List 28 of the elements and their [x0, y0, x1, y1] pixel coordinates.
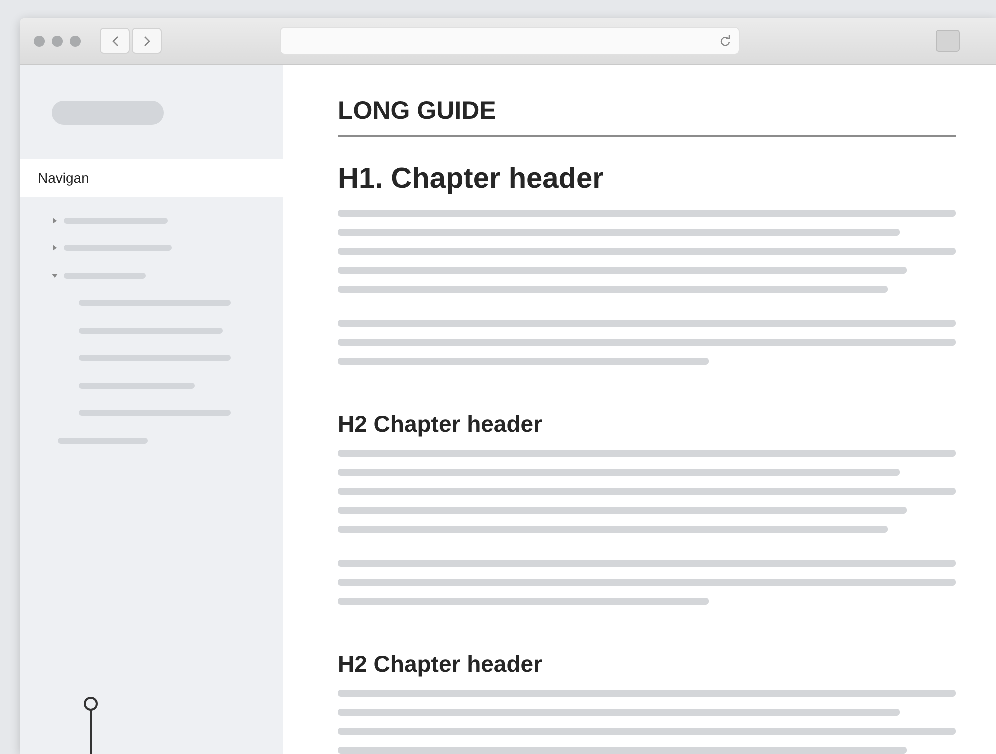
nav-subitem-placeholder[interactable] [79, 300, 231, 306]
toolbar-button[interactable] [936, 30, 960, 52]
nav-subitem-placeholder[interactable] [79, 328, 223, 334]
reload-icon[interactable] [720, 35, 731, 47]
nav-item-placeholder[interactable] [64, 272, 146, 279]
window-control-icon[interactable] [70, 36, 81, 46]
window-control-icon[interactable] [52, 36, 63, 46]
nav-subitem-placeholder[interactable] [79, 355, 231, 362]
chapter-heading: H2 Chapter header [338, 651, 544, 678]
nav-item[interactable]: Navigan [20, 159, 283, 197]
nav-item-placeholder[interactable] [64, 245, 172, 252]
caret-right-icon[interactable] [52, 245, 58, 252]
chapter-heading: H2 Chapter header [338, 411, 544, 438]
chapter-heading: H1. Chapter header [338, 163, 605, 196]
caret-down-icon[interactable] [52, 272, 58, 279]
chevron-left-icon [112, 36, 118, 46]
nav-item-placeholder[interactable] [64, 218, 168, 224]
forward-button[interactable] [132, 28, 162, 54]
pin-icon [81, 694, 101, 754]
window-control-icon[interactable] [34, 36, 45, 46]
nav-subitem-placeholder[interactable] [79, 410, 231, 416]
search-placeholder[interactable] [52, 101, 164, 125]
page-title: LONG GUIDE [338, 97, 498, 127]
nav-subitem-placeholder[interactable] [79, 382, 195, 389]
back-button[interactable] [100, 28, 130, 54]
caret-right-icon[interactable] [52, 218, 58, 224]
nav-item-placeholder[interactable] [58, 438, 148, 444]
chevron-right-icon [144, 36, 150, 46]
